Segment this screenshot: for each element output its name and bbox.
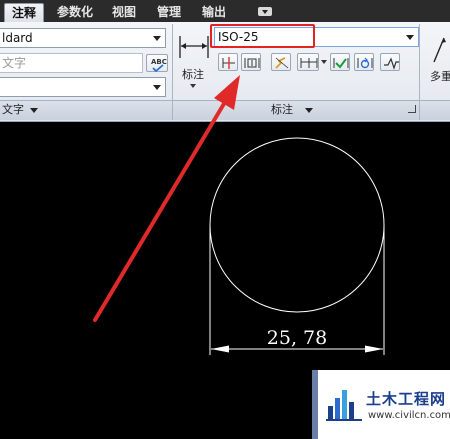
red-arrow-shaft bbox=[93, 100, 227, 322]
watermark-title: 土木工程网 bbox=[366, 390, 447, 408]
watermark-logo: 土木工程网 www.civilcn.com bbox=[312, 370, 450, 439]
red-arrow-head bbox=[214, 75, 240, 110]
civilcn-logo-icon bbox=[326, 390, 362, 421]
watermark-url: www.civilcn.com bbox=[368, 410, 450, 421]
